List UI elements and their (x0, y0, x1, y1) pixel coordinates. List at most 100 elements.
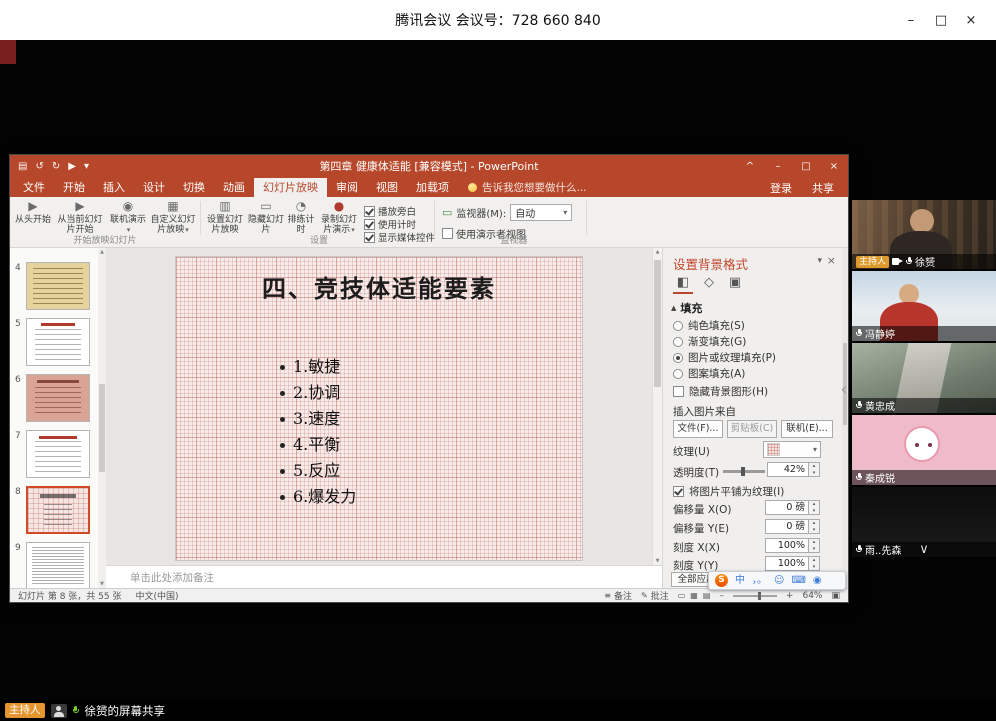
tile-picture-checkbox[interactable]: 将图片平铺为纹理(I) (673, 484, 784, 499)
maximize-icon[interactable]: □ (926, 13, 956, 28)
gradient-fill-radio[interactable]: 渐变填充(G) (673, 334, 746, 349)
offset-x-field[interactable]: 0 磅 (765, 500, 809, 515)
scroll-down-icon[interactable]: ▼ (653, 558, 662, 564)
pane-scrollbar[interactable] (842, 248, 848, 588)
tab-design[interactable]: 设计 (134, 178, 174, 197)
scroll-down-icon[interactable]: ▼ (98, 581, 106, 587)
spin-down-icon[interactable]: ▾ (809, 527, 819, 534)
transparency-spinner[interactable]: ▴ ▾ (809, 462, 820, 477)
bullet-item[interactable]: 5.反应 (280, 458, 356, 484)
scrollbar-thumb[interactable] (654, 260, 661, 387)
tab-home[interactable]: 开始 (54, 178, 94, 197)
minimize-icon[interactable]: – (896, 13, 926, 28)
spin-down-icon[interactable]: ▾ (809, 508, 819, 515)
offset-y-spinner[interactable]: ▴▾ (809, 519, 820, 534)
picture-icon[interactable]: ▣ (725, 274, 745, 292)
ime-language-mode[interactable]: 中 (735, 572, 745, 589)
sogou-logo-icon[interactable]: S (715, 574, 728, 587)
ppt-minimize-icon[interactable]: – (764, 155, 792, 178)
fill-bucket-icon[interactable]: ◧ (673, 274, 693, 294)
scrollbar-thumb[interactable] (99, 384, 105, 472)
ime-toolbox-icon[interactable]: ◉ (813, 572, 822, 589)
scale-x-field[interactable]: 100% (765, 538, 809, 553)
transparency-slider-thumb[interactable] (741, 467, 745, 476)
zoom-level[interactable]: 64% (802, 591, 822, 601)
insert-from-clipboard-button[interactable]: 剪贴板(C) (727, 420, 777, 438)
slide-title[interactable]: 四、竞技体适能要素 (176, 269, 582, 304)
slide-canvas[interactable]: 四、竞技体适能要素 1.敏捷 2.协调 3.速度 4.平衡 5.反应 6.爆发力 (176, 257, 582, 560)
effects-icon[interactable]: ◇ (699, 274, 719, 292)
pane-menu-icon[interactable]: ▾ (817, 256, 822, 266)
bullet-item[interactable]: 1.敏捷 (280, 354, 356, 380)
fit-to-window-icon[interactable]: ▣ (831, 591, 840, 601)
scale-x-spinner[interactable]: ▴▾ (809, 538, 820, 553)
transparency-slider[interactable] (723, 470, 765, 473)
insert-from-file-button[interactable]: 文件(F)... (673, 420, 723, 438)
tab-animations[interactable]: 动画 (214, 178, 254, 197)
share-button[interactable]: 共享 (812, 180, 834, 196)
video-panel-collapse-icon[interactable]: ‹ (836, 366, 852, 414)
reading-view-icon[interactable]: ▤ (703, 591, 711, 600)
video-tile-participant[interactable]: 秦成锐 (852, 415, 996, 485)
spin-down-icon[interactable]: ▾ (809, 546, 819, 553)
normal-view-icon[interactable]: ▭ (678, 591, 686, 600)
slide-thumbnail-5[interactable]: 5 (10, 318, 98, 368)
zoom-slider[interactable] (733, 595, 777, 597)
ppt-close-icon[interactable]: × (820, 155, 848, 178)
ime-keyboard-icon[interactable]: ⌨ (791, 572, 805, 589)
slide-thumbnail-8-selected[interactable]: 8 (10, 486, 98, 536)
fill-section-header[interactable]: ▲ 填充 (671, 300, 702, 316)
spin-down-icon[interactable]: ▾ (809, 470, 819, 477)
slide-thumbnail-4[interactable]: 4 (10, 262, 98, 312)
transparency-value-field[interactable]: 42% (767, 462, 809, 477)
video-tile-participant[interactable]: 冯静婷 (852, 271, 996, 341)
ime-toolbar[interactable]: S 中 ，。 ☺ ⌨ ◉ (708, 571, 846, 590)
texture-dropdown[interactable]: ▾ (763, 441, 821, 458)
spin-down-icon[interactable]: ▾ (809, 564, 819, 571)
zoom-out-icon[interactable]: – (719, 591, 724, 601)
bullet-item[interactable]: 2.协调 (280, 380, 356, 406)
notes-area[interactable]: 单击此处添加备注 (106, 565, 662, 588)
use-timings-checkbox[interactable]: 使用计时 (364, 217, 416, 231)
slide-bullet-list[interactable]: 1.敏捷 2.协调 3.速度 4.平衡 5.反应 6.爆发力 (280, 354, 356, 510)
pane-close-icon[interactable]: × (827, 254, 836, 267)
slide-sorter-view-icon[interactable]: ▦ (690, 591, 698, 600)
zoom-in-icon[interactable]: + (786, 591, 794, 601)
bullet-item[interactable]: 4.平衡 (280, 432, 356, 458)
hide-background-checkbox[interactable]: 隐藏背景图形(H) (673, 384, 768, 399)
picture-fill-radio-selected[interactable]: 图片或纹理填充(P) (673, 350, 776, 365)
slide-thumbnail-9[interactable]: 9 (10, 542, 98, 588)
slide-thumbnail-6[interactable]: 6 (10, 374, 98, 424)
tell-me-search[interactable]: 告诉我您想要做什么... (468, 178, 587, 197)
language-button[interactable]: 中文(中国) (135, 589, 178, 602)
tab-view[interactable]: 视图 (367, 178, 407, 197)
notes-toggle-button[interactable]: ≡ 备注 (604, 589, 632, 602)
scroll-up-icon[interactable]: ▲ (98, 249, 106, 255)
editor-scrollbar[interactable]: ▲ ▼ (652, 248, 662, 565)
tab-transitions[interactable]: 切换 (174, 178, 214, 197)
insert-from-online-button[interactable]: 联机(E)... (781, 420, 833, 438)
tab-review[interactable]: 审阅 (327, 178, 367, 197)
tab-slideshow[interactable]: 幻灯片放映 (254, 178, 327, 197)
sign-in-button[interactable]: 登录 (770, 180, 792, 196)
ribbon-options-icon[interactable]: ^ (736, 155, 764, 178)
tab-addins[interactable]: 加载项 (407, 178, 458, 197)
close-icon[interactable]: × (956, 13, 986, 28)
video-tile-host[interactable]: 主持人 徐赟 (852, 200, 996, 269)
tab-file[interactable]: 文件 (14, 178, 54, 197)
bullet-item[interactable]: 6.爆发力 (280, 484, 356, 510)
tab-insert[interactable]: 插入 (94, 178, 134, 197)
monitor-dropdown[interactable]: 自动 ▾ (510, 204, 572, 221)
zoom-slider-thumb[interactable] (758, 592, 761, 600)
solid-fill-radio[interactable]: 纯色填充(S) (673, 318, 745, 333)
offset-y-field[interactable]: 0 磅 (765, 519, 809, 534)
play-narrations-checkbox[interactable]: 播放旁白 (364, 204, 416, 218)
collapse-videos-icon[interactable]: ∨ (852, 542, 996, 557)
scroll-up-icon[interactable]: ▲ (653, 249, 662, 255)
ime-emoji-icon[interactable]: ☺ (774, 572, 784, 589)
ime-punctuation-mode[interactable]: ，。 (752, 572, 767, 589)
video-tile-participant[interactable]: 黄忠成 (852, 343, 996, 413)
offset-x-spinner[interactable]: ▴▾ (809, 500, 820, 515)
scale-y-spinner[interactable]: ▴▾ (809, 556, 820, 571)
comments-toggle-button[interactable]: ✎ 批注 (641, 589, 669, 602)
